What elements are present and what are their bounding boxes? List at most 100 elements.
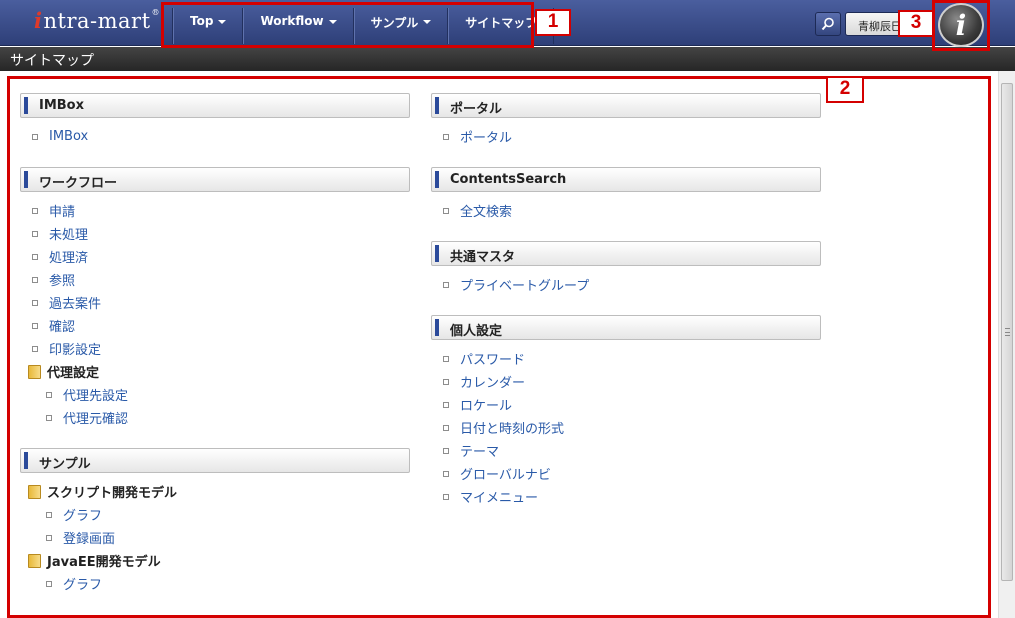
link-script-graph[interactable]: グラフ (63, 505, 102, 524)
square-bullet-icon (32, 322, 38, 329)
list-item: 代理先設定 (20, 383, 410, 406)
logo-text: ntra-mart (43, 9, 151, 33)
annotation-label-2: 2 (826, 76, 864, 103)
square-bullet-icon (32, 276, 38, 283)
annotation-label-1: 1 (535, 9, 571, 36)
square-bullet-icon (32, 299, 38, 306)
intra-mart-logo[interactable]: intra-mart® (34, 8, 160, 36)
square-bullet-icon (443, 447, 449, 454)
chevron-down-icon (328, 20, 337, 24)
folder-icon (28, 484, 41, 499)
square-bullet-icon (32, 230, 38, 237)
list-item: 処理済 (20, 245, 410, 268)
link-processed[interactable]: 処理済 (49, 247, 88, 266)
link-apply[interactable]: 申請 (49, 201, 75, 220)
link-proxy-source[interactable]: 代理元確認 (63, 408, 128, 427)
square-bullet-icon (443, 401, 449, 408)
link-past-cases[interactable]: 過去案件 (49, 293, 101, 312)
im-logo-icon: i (955, 8, 967, 42)
square-bullet-icon (46, 511, 52, 518)
link-reference[interactable]: 参照 (49, 270, 75, 289)
section-header: IMBox (20, 93, 410, 118)
link-javaee-graph[interactable]: グラフ (63, 574, 102, 593)
list-item: グローバルナビ (431, 462, 821, 485)
folder-icon (28, 364, 41, 379)
grip-icon (1005, 328, 1010, 336)
section-header: ポータル (431, 93, 821, 118)
scrollbar-thumb[interactable] (1001, 83, 1013, 581)
folder-label: 代理設定 (47, 366, 100, 381)
list-item: プライベートグループ (431, 273, 821, 296)
square-bullet-icon (443, 355, 449, 362)
im-app-menu-button[interactable]: i (938, 3, 984, 47)
list-item: グラフ (20, 503, 410, 526)
section-portal: ポータル ポータル (431, 93, 821, 148)
section-personal-settings: 個人設定 パスワード カレンダー ロケール 日付と時刻の形式 テーマ グローバル… (431, 315, 821, 508)
nav-workflow-label: Workflow (260, 14, 324, 28)
square-bullet-icon (443, 281, 449, 288)
list-item: 代理元確認 (20, 406, 410, 429)
link-private-group[interactable]: プライベートグループ (460, 275, 589, 294)
nav-top[interactable]: Top (173, 8, 244, 44)
link-global-navi[interactable]: グローバルナビ (460, 464, 551, 483)
section-header: ワークフロー (20, 167, 410, 192)
section-workflow: ワークフロー 申請 未処理 処理済 参照 過去案件 確認 印影設定 代理設定 代… (20, 167, 410, 429)
global-nav: Top Workflow サンプル サイトマップ (172, 8, 555, 44)
square-bullet-icon (443, 133, 449, 140)
section-header: ContentsSearch (431, 167, 821, 192)
link-list: スクリプト開発モデル グラフ 登録画面 JavaEE開発モデル グラフ (20, 473, 410, 595)
link-list: ポータル (431, 118, 821, 148)
section-sample: サンプル スクリプト開発モデル グラフ 登録画面 JavaEE開発モデル グラフ (20, 448, 410, 595)
link-script-register[interactable]: 登録画面 (63, 528, 115, 547)
link-theme[interactable]: テーマ (460, 441, 499, 460)
nav-sample[interactable]: サンプル (353, 8, 449, 44)
square-bullet-icon (32, 133, 38, 140)
link-portal[interactable]: ポータル (460, 127, 512, 146)
link-proxy-destination[interactable]: 代理先設定 (63, 385, 128, 404)
link-confirm[interactable]: 確認 (49, 316, 75, 335)
square-bullet-icon (443, 493, 449, 500)
link-locale[interactable]: ロケール (460, 395, 512, 414)
sitemap-content: IMBox IMBox ワークフロー 申請 未処理 処理済 参照 過去案件 確認… (0, 71, 998, 618)
folder-icon (28, 553, 41, 568)
list-item: グラフ (20, 572, 410, 595)
sitemap-right-column: ポータル ポータル ContentsSearch 全文検索 共通マスタ プライベ… (431, 93, 821, 527)
link-datetime-format[interactable]: 日付と時刻の形式 (460, 418, 564, 437)
square-bullet-icon (32, 345, 38, 352)
global-header: intra-mart® Top Workflow サンプル サイトマップ 青柳辰… (0, 0, 1015, 47)
link-calendar[interactable]: カレンダー (460, 372, 525, 391)
nav-sample-label: サンプル (370, 16, 419, 30)
link-imbox[interactable]: IMBox (49, 129, 88, 144)
square-bullet-icon (443, 470, 449, 477)
page-title: サイトマップ (0, 47, 1015, 71)
folder-javaee-dev-model[interactable]: JavaEE開発モデル (20, 549, 410, 572)
link-password[interactable]: パスワード (460, 349, 525, 368)
square-bullet-icon (46, 580, 52, 587)
vertical-scrollbar[interactable] (998, 71, 1015, 618)
link-unprocessed[interactable]: 未処理 (49, 224, 88, 243)
list-item: カレンダー (431, 370, 821, 393)
list-item: パスワード (431, 347, 821, 370)
nav-top-label: Top (190, 14, 214, 28)
logo-prefix: i (34, 8, 43, 33)
square-bullet-icon (443, 424, 449, 431)
link-my-menu[interactable]: マイメニュー (460, 487, 538, 506)
list-item: ロケール (431, 393, 821, 416)
link-list: 全文検索 (431, 192, 821, 222)
section-header: サンプル (20, 448, 410, 473)
folder-script-dev-model[interactable]: スクリプト開発モデル (20, 480, 410, 503)
list-item: 登録画面 (20, 526, 410, 549)
nav-workflow[interactable]: Workflow (243, 8, 354, 44)
annotation-label-3: 3 (898, 10, 934, 37)
link-list: プライベートグループ (431, 266, 821, 296)
section-imbox: IMBox IMBox (20, 93, 410, 148)
list-item: 参照 (20, 268, 410, 291)
chevron-down-icon (423, 20, 432, 24)
link-seal-settings[interactable]: 印影設定 (49, 339, 101, 358)
link-list: IMBox (20, 118, 410, 148)
link-fulltext-search[interactable]: 全文検索 (460, 201, 512, 220)
folder-proxy-settings[interactable]: 代理設定 (20, 360, 410, 383)
list-item: 全文検索 (431, 199, 821, 222)
search-button[interactable] (815, 12, 841, 36)
logo-registered-mark: ® (151, 8, 161, 17)
